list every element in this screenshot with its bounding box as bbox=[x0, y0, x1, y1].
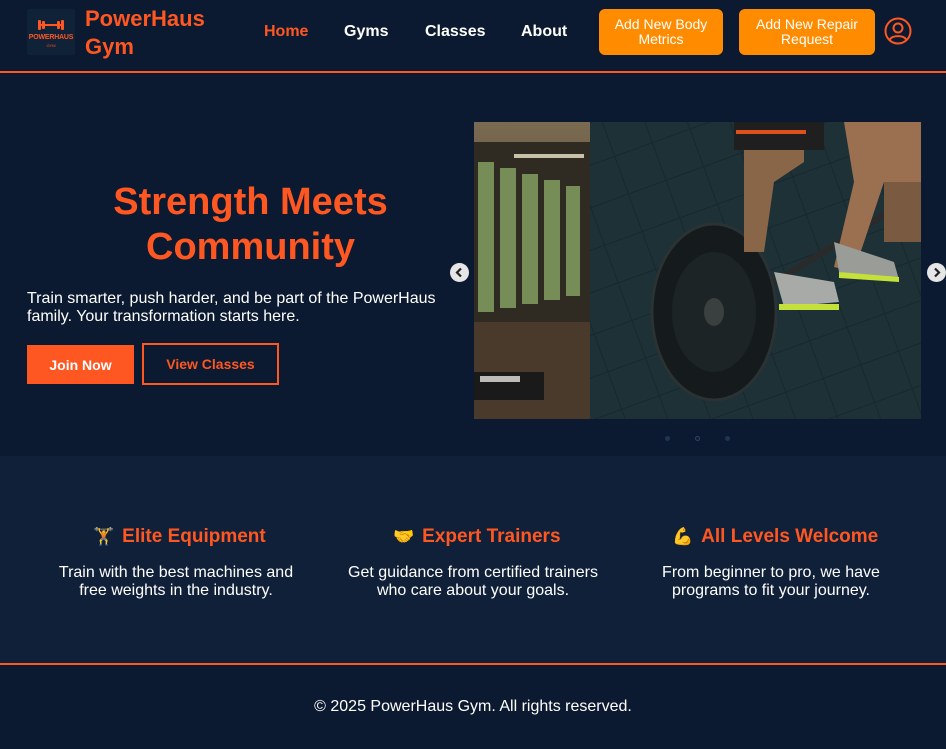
brand-name[interactable]: PowerHaus Gym bbox=[85, 5, 235, 61]
join-now-button[interactable]: Join Now bbox=[27, 345, 134, 384]
dumbbell-icon bbox=[36, 19, 66, 31]
feature-title-levels: 💪 All Levels Welcome bbox=[672, 526, 879, 547]
carousel-image bbox=[474, 122, 921, 419]
handshake-icon: 🤝 bbox=[393, 527, 415, 546]
logo-text: POWERHAUS bbox=[28, 34, 74, 41]
feature-text-equipment: Train with the best machines and free we… bbox=[58, 564, 294, 599]
feature-title-trainers: 🤝 Expert Trainers bbox=[393, 526, 561, 547]
nav-home[interactable]: Home bbox=[264, 22, 308, 42]
carousel-next-button[interactable] bbox=[927, 263, 946, 282]
brand-line-1: PowerHaus bbox=[85, 6, 205, 31]
feature-text-trainers: Get guidance from certified trainers who… bbox=[348, 564, 598, 599]
feature-text-levels: From beginner to pro, we have programs t… bbox=[662, 564, 880, 599]
logo[interactable]: POWERHAUS GYM bbox=[27, 9, 75, 55]
logo-subtext: GYM bbox=[46, 43, 56, 48]
brand-line-2: Gym bbox=[85, 34, 134, 59]
add-repair-request-button[interactable]: Add New Repair Request bbox=[739, 9, 875, 55]
chevron-left-icon bbox=[455, 267, 462, 278]
hero-title: Strength Meets Community bbox=[113, 181, 388, 268]
nav-gyms[interactable]: Gyms bbox=[344, 22, 388, 42]
carousel-dot-1[interactable] bbox=[665, 436, 670, 441]
weightlifter-icon: 🏋️ bbox=[93, 527, 115, 546]
flexed-bicep-icon: 💪 bbox=[672, 527, 694, 546]
view-classes-button[interactable]: View Classes bbox=[142, 343, 279, 385]
copyright-text: © 2025 PowerHaus Gym. All rights reserve… bbox=[314, 698, 632, 715]
hero-description: Train smarter, push harder, and be part … bbox=[27, 290, 436, 325]
gym-barbell-photo bbox=[474, 122, 921, 419]
feature-title-equipment: 🏋️ Elite Equipment bbox=[93, 526, 266, 547]
chevron-right-icon bbox=[934, 267, 941, 278]
carousel-dot-2[interactable] bbox=[695, 436, 700, 441]
site-header: POWERHAUS GYM PowerHaus Gym Home Gyms Cl… bbox=[0, 0, 946, 73]
features-section bbox=[0, 456, 946, 665]
add-body-metrics-button[interactable]: Add New Body Metrics bbox=[599, 9, 723, 55]
carousel-prev-button[interactable] bbox=[450, 263, 469, 282]
nav-classes[interactable]: Classes bbox=[425, 22, 486, 42]
carousel-dot-3[interactable] bbox=[725, 436, 730, 441]
user-circle-icon[interactable] bbox=[884, 17, 912, 45]
nav-about[interactable]: About bbox=[521, 22, 567, 42]
